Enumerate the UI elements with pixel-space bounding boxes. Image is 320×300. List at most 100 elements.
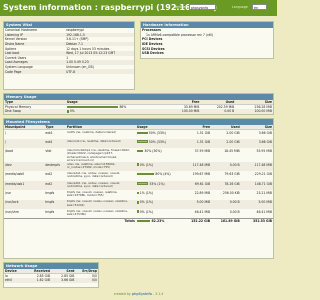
fs-usage-percent: 30% (30%) <box>144 149 162 154</box>
fs-usage: 50% (33%) <box>136 130 182 139</box>
fs-mountpoint: /run/shm <box>5 209 19 214</box>
fs-partition-cell: tmpfs (rw, nosuid, noexec, relatime, siz… <box>66 190 136 199</box>
page-header: System information : raspberrypi (192.16… <box>0 0 277 16</box>
fs-usage-percent: 50% (33%) <box>148 139 166 144</box>
fs-size: 55.95 MiB <box>256 149 273 154</box>
fs-used: 18.45 MiB <box>224 149 240 154</box>
hardware-panel: Hardware Information Processors 1x ARMv6… <box>140 21 274 59</box>
memory-type[interactable]: Disk Swap <box>4 109 66 114</box>
filesystem-row: /boot vfat/dev/mmcblk0p1 (rw, relatime, f… <box>4 148 273 162</box>
filesystem-row: /media/usb0 ext2/dev/sda1 (rw, nodev, noe… <box>4 171 273 180</box>
fs-size: 23.21 MiB <box>256 190 273 195</box>
fs-totals-free: 152.22 GiB <box>181 217 212 223</box>
fs-free: 199.67 MiB <box>192 172 211 177</box>
system-vital-label: Code Page <box>4 69 66 74</box>
fs-totals-used: 161.89 GiB <box>211 217 241 223</box>
fs-size: 3.66 GiB <box>258 130 272 135</box>
footer-version: - 3.1.4 <box>152 292 164 296</box>
fs-used: 0.00 B <box>229 209 240 214</box>
fs-size: 117.48 MiB <box>240 161 273 172</box>
fs-free: 37.59 MiB <box>194 149 211 154</box>
fs-mountpoint: / <box>4 138 45 149</box>
fs-free: 5.00 MiB <box>181 199 212 209</box>
fs-partition-cell: rootfs (rw, noatime, data=ordered) <box>66 130 136 139</box>
fs-usage: 53% (1%) <box>135 180 182 191</box>
fs-usage-percent: 80% (4%) <box>155 172 171 177</box>
fs-usage-percent: 0% (1%) <box>139 209 154 214</box>
fs-partition-cell: /dev/sda1 (rw, nodev, noexec, nosuid, no… <box>66 171 136 180</box>
template-select[interactable]: phpsysinfo <box>189 4 216 10</box>
hardware-item-usb-devices[interactable]: USB Devices <box>141 51 273 56</box>
fs-partition-cell: /dev/sdb1 (rw, nodev, noexec, nosuid, no… <box>65 180 136 191</box>
fs-usage: 1% (1%) <box>136 190 182 199</box>
fs-free: 117.48 MiB <box>181 161 212 172</box>
fs-mountpoint: /media/usb1 <box>4 180 45 191</box>
fs-partition-cell: /dev/root (rw, noatime, data=ordered) <box>65 138 136 149</box>
fs-type: tmpfs <box>45 209 55 214</box>
net-device: eth0 <box>4 278 25 283</box>
filesystem-row: /media/usb1 ext2/dev/sdb1 (rw, nodev, noe… <box>4 180 273 191</box>
fs-totals-bar <box>136 219 151 223</box>
fs-mountpoint: /media/usb0 <box>5 172 25 177</box>
memory-usage-percent: 86% <box>119 105 127 110</box>
fs-free: 1.51 GiB <box>181 138 212 149</box>
fs-usage-percent: 53% (1%) <box>149 181 165 186</box>
fs-usage: 0% (1%) <box>136 209 182 218</box>
fs-used: 256.00 KiB <box>222 190 240 195</box>
fs-used: 2.00 GiB <box>226 130 240 135</box>
fs-usage-bar <box>136 149 144 153</box>
fs-free: 46.41 MiB <box>194 209 211 214</box>
fs-mountpoint: /run/lock <box>4 199 45 209</box>
fs-used: 0.00 B <box>211 161 241 172</box>
fs-partition-cell: tmpfs (rw, nosuid, nodev, noexec, relati… <box>65 199 136 209</box>
filesystem-row: /run/shm tmpfs tmpfs (rw, nosuid, nodev, n… <box>4 209 273 218</box>
fs-partition-cell: /dev/mmcblk0p1 (rw, relatime, fmask=0022… <box>66 148 136 162</box>
network-row: eth0 1.62 GiB 3.66 GiB 0/0 <box>4 278 98 283</box>
fs-size: 229.21 GiB <box>254 172 272 177</box>
memory-panel: Memory Usage Type Usage Free Used Size P… <box>3 93 274 115</box>
fs-usage-bar <box>136 163 139 167</box>
filesystem-row: /dev devtmpfs udev (rw, relatime, size=115… <box>4 161 273 172</box>
fs-size: 3.66 GiB <box>240 138 273 149</box>
memory-table: Physical Memory 86% 33.69 MiB 202.59 MiB 23… <box>4 105 273 114</box>
fs-type: ext4 <box>44 138 66 149</box>
language-select[interactable]: en <box>252 4 267 10</box>
fs-type: ext2 <box>44 180 66 191</box>
fs-usage: 0% (1%) <box>135 161 182 172</box>
fs-type: ext4 <box>45 130 53 135</box>
fs-type: ext2 <box>45 172 53 177</box>
fs-mount-options: (rw, noatime, data=ordered) <box>80 138 121 143</box>
fs-totals-label: Totals <box>4 217 136 223</box>
fs-free: 69.61 GiB <box>181 180 212 191</box>
fs-mountpoint: /run <box>5 190 12 195</box>
fs-mount-options: (rw, noatime, data=ordered) <box>75 129 117 134</box>
fs-type: tmpfs <box>44 199 66 209</box>
fs-used: 79.63 GiB <box>224 172 240 177</box>
footer-brand-link[interactable]: phpSysInfo <box>132 292 152 296</box>
memory-row: Disk Swap 0% 100.00 MiB 0.00 B 100.00 MiB <box>4 109 273 114</box>
fs-mount-options: (rw, nosuid, noexec, relatime, size=2376… <box>66 190 118 198</box>
system-vital-row: Code Page UTF-8 <box>4 69 134 74</box>
net-received: 1.62 GiB <box>24 278 51 283</box>
fs-mountpoint: /boot <box>5 149 14 154</box>
fs-usage-percent: 1% (1%) <box>139 190 154 195</box>
fs-usage: 30% (30%) <box>136 148 182 162</box>
fs-totals-row: Totals 62.23% 152.22 GiB 161.89 GiB 352.… <box>4 217 273 223</box>
memory-used: 0.00 B <box>200 109 236 114</box>
fs-partition: /dev/root <box>66 138 80 143</box>
network-panel: Network Usage Device Received Sent Err/D… <box>3 262 99 288</box>
fs-mountpoint: / <box>5 130 7 135</box>
fs-usage-bar <box>136 182 149 185</box>
fs-usage-bar <box>136 140 148 144</box>
fs-size: 46.41 MiB <box>256 209 273 214</box>
fs-usage-bar <box>136 210 139 214</box>
filesystem-row: /run tmpfs tmpfs (rw, nosuid, noexec, rela… <box>4 190 273 199</box>
filesystem-row: /run/lock tmpfs tmpfs (rw, nosuid, nodev, … <box>4 199 273 209</box>
fs-totals-usage: 62.23% <box>151 218 165 223</box>
language-label: Language <box>232 5 248 9</box>
filesystem-row: / ext4 rootfs (rw, noatime, data=ordered) … <box>4 130 273 139</box>
system-vital-value: UTF-8 <box>65 69 134 74</box>
fs-mountpoint: /dev <box>4 161 45 172</box>
fs-usage-percent: 0% (1%) <box>139 200 154 205</box>
filesystems-panel: Mounted Filesystems Mountpoint Type Part… <box>3 118 274 259</box>
